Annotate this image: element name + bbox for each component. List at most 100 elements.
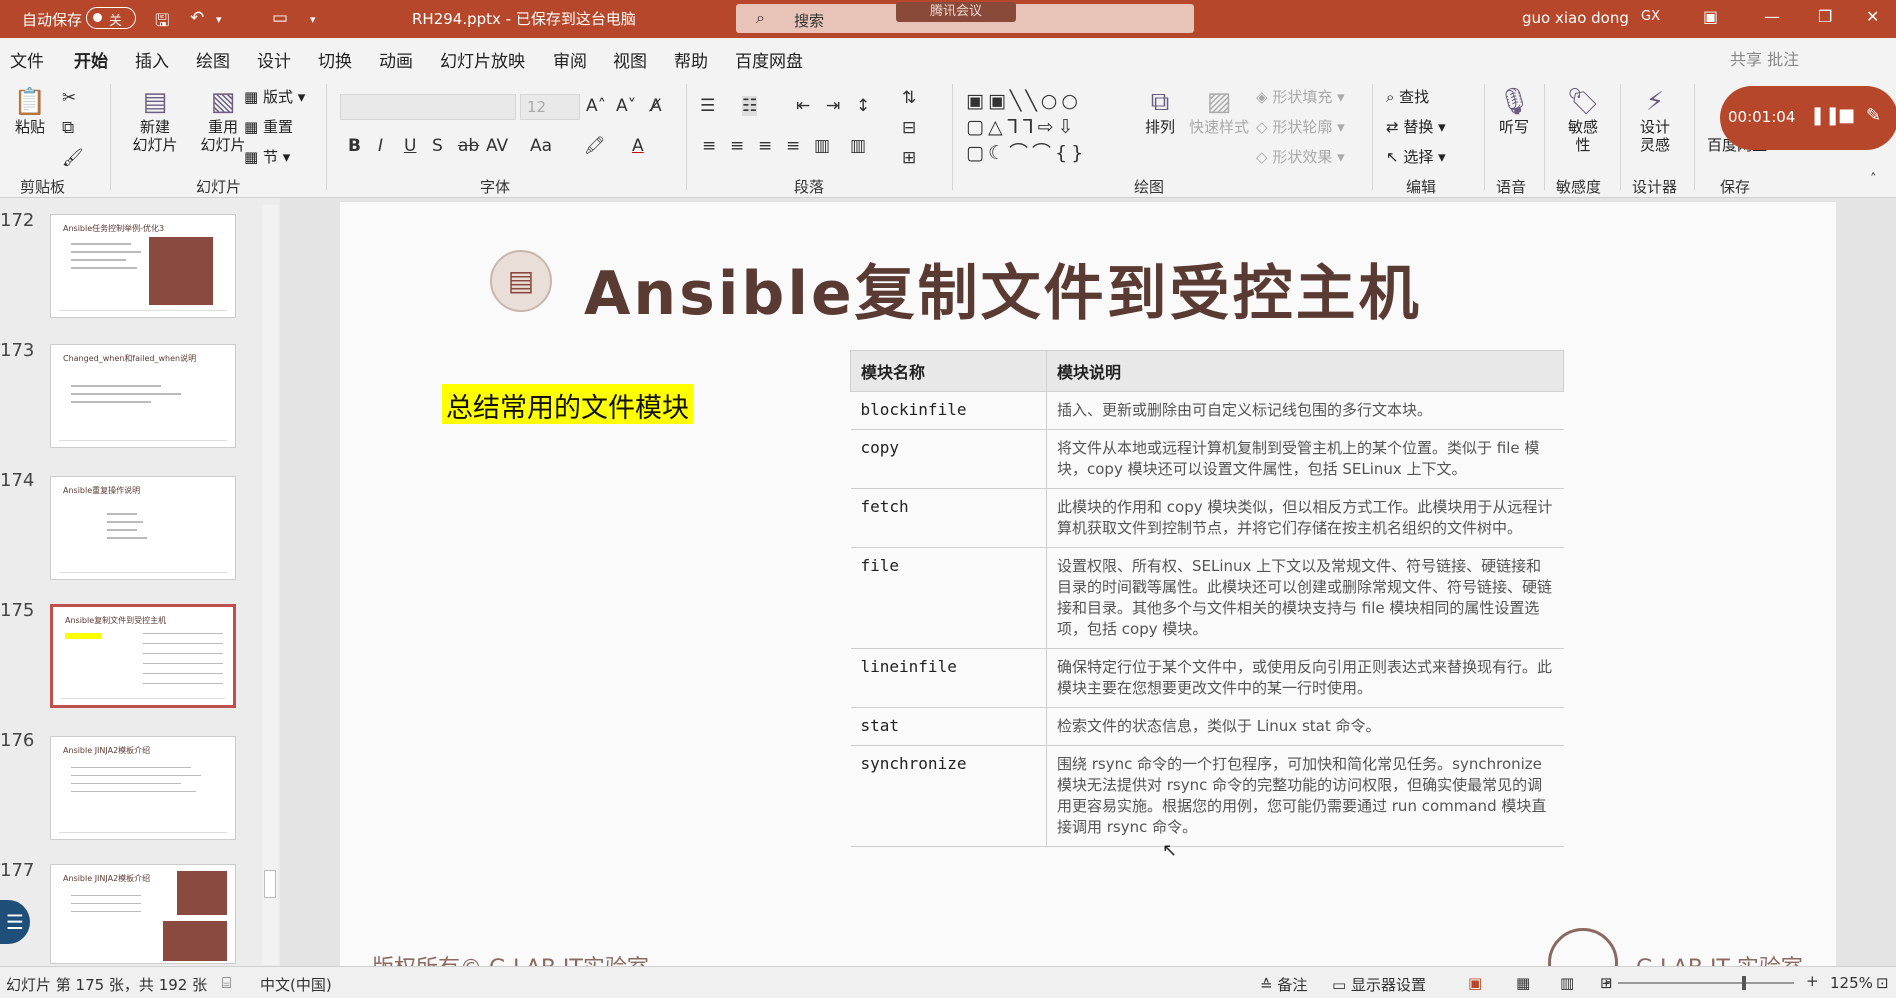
new-slide-button[interactable]: ▤ 新建 幻灯片 — [122, 86, 188, 154]
arrange-button[interactable]: ⧉ 排列 — [1138, 86, 1182, 136]
replace-button[interactable]: ⇄ 替换 ▾ — [1386, 116, 1446, 137]
zoom-out-button[interactable]: - — [1606, 972, 1611, 990]
tab-transitions[interactable]: 切换 — [318, 47, 352, 72]
shapes-gallery[interactable]: ▣▣╲╲○○ ▢△ᒣᒣ⇨⇩ ▢☾⌒⌒{} — [966, 88, 1116, 164]
layout-button[interactable]: ▦ 版式 ▾ — [244, 86, 305, 107]
line-spacing-icon[interactable]: ↕ — [856, 96, 870, 116]
decrease-indent-icon[interactable]: ⇤ — [796, 96, 810, 116]
fit-slide-icon[interactable]: ⊡ — [1876, 974, 1889, 992]
slide-sorter-icon[interactable]: ▦ — [1516, 974, 1530, 992]
columns-icon[interactable]: ▥ — [850, 136, 866, 156]
slide-thumbnail-selected[interactable]: Ansible复制文件到受控主机 — [50, 604, 236, 708]
display-settings-button[interactable]: ▭ 显示器设置 — [1332, 974, 1426, 995]
tab-review[interactable]: 审阅 — [553, 47, 587, 72]
customize-qat-icon[interactable]: ▾ — [310, 13, 316, 26]
highlight-color-icon[interactable]: 🖍 — [584, 136, 606, 156]
select-button[interactable]: ↖ 选择 ▾ — [1386, 146, 1446, 167]
tab-home[interactable]: 开始 — [74, 47, 108, 79]
slide-thumbnail[interactable]: Changed_when和failed_when说明 — [50, 344, 236, 448]
highlight-text[interactable]: 总结常用的文件模块 — [442, 384, 693, 424]
zoom-in-button[interactable]: + — [1806, 972, 1819, 990]
tab-animations[interactable]: 动画 — [379, 47, 413, 72]
language-indicator[interactable]: 中文(中国) — [260, 974, 332, 995]
quick-styles-button[interactable]: ▨ 快速样式 — [1186, 86, 1252, 136]
char-spacing-icon[interactable]: AV — [486, 136, 508, 156]
tab-baidu-netdisk[interactable]: 百度网盘 — [735, 47, 803, 72]
user-name[interactable]: guo xiao dong — [1522, 9, 1629, 27]
shape-outline-button[interactable]: ◇ 形状轮廓 ▾ — [1256, 116, 1345, 137]
decrease-font-icon[interactable]: A˅ — [616, 96, 636, 116]
distributed-icon[interactable]: ▥ — [814, 136, 830, 156]
italic-icon[interactable]: I — [378, 136, 383, 156]
reading-view-icon[interactable]: ▥ — [1560, 974, 1574, 992]
stop-icon[interactable]: ■ — [1838, 105, 1855, 126]
search-input[interactable]: 搜索 — [794, 10, 824, 31]
present-icon[interactable]: ▭ — [272, 8, 288, 28]
bold-icon[interactable]: B — [348, 136, 361, 156]
paste-button[interactable]: 📋 粘贴 — [10, 86, 50, 136]
align-text-icon[interactable]: ⊟ — [902, 118, 916, 138]
tab-draw[interactable]: 绘图 — [196, 47, 230, 72]
change-case-icon[interactable]: Aa — [530, 136, 552, 156]
avatar[interactable]: GX — [1641, 9, 1660, 24]
normal-view-icon[interactable]: ▣ — [1468, 974, 1482, 992]
notes-button[interactable]: ≙ 备注 — [1260, 974, 1307, 995]
zoom-level[interactable]: 125% — [1830, 974, 1873, 992]
restore-icon[interactable]: ❐ — [1818, 7, 1832, 26]
tab-slideshow[interactable]: 幻灯片放映 — [440, 47, 525, 72]
font-size-input[interactable]: 12 — [520, 94, 580, 120]
tab-help[interactable]: 帮助 — [674, 47, 708, 72]
close-icon[interactable]: ✕ — [1866, 7, 1879, 26]
shape-fill-button[interactable]: ◈ 形状填充 ▾ — [1256, 86, 1345, 107]
clear-formatting-icon[interactable]: A̸ — [650, 96, 662, 116]
designer-button[interactable]: ⚡ 设计 灵感 — [1626, 86, 1684, 154]
justify-icon[interactable]: ≡ — [786, 136, 800, 156]
undo-dropdown-icon[interactable]: ▾ — [216, 13, 222, 26]
reset-button[interactable]: ▦ 重置 — [244, 116, 293, 137]
pause-icon[interactable]: ❚❚ — [1810, 105, 1840, 126]
font-color-icon[interactable]: A — [632, 136, 644, 156]
bullets-icon[interactable]: ☰ — [700, 96, 715, 116]
ribbon-display-icon[interactable]: ▣ — [1703, 7, 1718, 26]
find-button[interactable]: ⌕ 查找 — [1386, 86, 1429, 107]
tab-view[interactable]: 视图 — [613, 47, 647, 72]
shape-effects-button[interactable]: ◇ 形状效果 ▾ — [1256, 146, 1345, 167]
save-icon[interactable]: 🖫 — [155, 8, 169, 37]
smartart-icon[interactable]: ⊞ — [902, 148, 916, 168]
text-direction-icon[interactable]: ⇅ — [902, 88, 916, 108]
shadow-icon[interactable]: S — [432, 136, 443, 156]
tab-file[interactable]: 文件 — [10, 47, 44, 72]
slide-thumbnail[interactable]: Ansible JINJA2模板介绍 — [50, 736, 236, 840]
align-center-icon[interactable]: ≡ — [730, 136, 744, 156]
strikethrough-icon[interactable]: ab — [458, 136, 479, 156]
slide-title[interactable]: Ansible复制文件到受控主机 — [584, 245, 1422, 332]
cut-icon[interactable]: ✂ — [62, 88, 76, 108]
slide-thumbnail[interactable]: Ansible任务控制举例-优化3 — [50, 214, 236, 318]
zoom-slider[interactable] — [1618, 976, 1794, 990]
numbering-icon[interactable]: ☷ — [742, 96, 758, 116]
underline-icon[interactable]: U — [404, 136, 416, 156]
thumbnail-scrollbar[interactable] — [262, 205, 278, 965]
pen-icon[interactable]: ✎ — [1866, 105, 1881, 126]
dictate-button[interactable]: 🎙 听写 — [1492, 86, 1536, 136]
copy-icon[interactable]: ⧉ — [62, 118, 74, 138]
align-left-icon[interactable]: ≡ — [702, 136, 716, 156]
increase-indent-icon[interactable]: ⇥ — [826, 96, 840, 116]
tab-insert[interactable]: 插入 — [135, 47, 169, 72]
font-name-input[interactable] — [340, 94, 516, 120]
accessibility-icon[interactable]: ⌸ — [222, 974, 231, 992]
minimize-icon[interactable]: — — [1764, 7, 1780, 26]
share-comments-button[interactable]: 共享 批注 — [1730, 46, 1799, 70]
section-button[interactable]: ▦ 节 ▾ — [244, 146, 290, 167]
format-painter-icon[interactable]: 🖌 — [62, 148, 84, 168]
autosave-toggle[interactable]: 关 — [86, 7, 136, 29]
module-table[interactable]: 模块名称 模块说明 blockinfile 插入、更新或删除由可自定义标记线包围的… — [850, 350, 1564, 847]
undo-icon[interactable]: ↶ — [190, 8, 204, 28]
collapse-ribbon-icon[interactable]: ˄ — [1870, 172, 1877, 187]
increase-font-icon[interactable]: A˄ — [586, 96, 606, 116]
meeting-badge[interactable]: 腾讯会议 — [896, 2, 1016, 22]
align-right-icon[interactable]: ≡ — [758, 136, 772, 156]
tab-design[interactable]: 设计 — [257, 47, 291, 72]
slide-thumbnail[interactable]: Ansible JINJA2模板介绍 — [50, 864, 236, 964]
slide-thumbnail[interactable]: Ansible重复操作说明 — [50, 476, 236, 580]
